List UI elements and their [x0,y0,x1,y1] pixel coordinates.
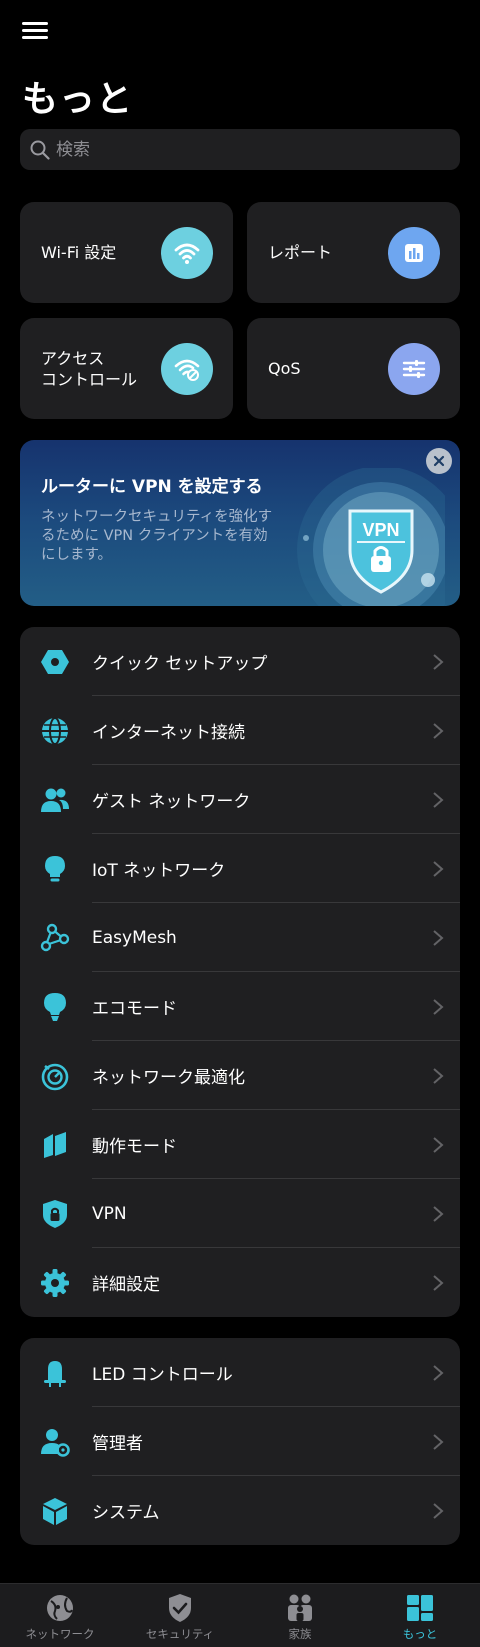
list-item-label: ネットワーク最適化 [92,1068,245,1088]
chevron-right-icon [433,1365,444,1381]
close-icon[interactable] [426,448,452,474]
list-item-label: エコモード [92,999,177,1019]
list-item-label: 動作モード [92,1137,177,1157]
system-list: LED コントロール 管理者 システム [20,1338,460,1545]
guests-icon [40,785,70,815]
tab-label: セキュリティ [145,1627,215,1641]
hamburger-menu-icon[interactable] [20,18,52,46]
cube-icon [40,1496,70,1526]
chevron-right-icon [433,1137,444,1153]
search-icon [30,140,50,160]
list-item-administrator[interactable]: 管理者 [20,1407,460,1476]
search-input[interactable] [56,139,436,160]
search-bar[interactable] [20,129,460,170]
bell-led-icon [40,1358,70,1388]
list-item-internet-connection[interactable]: インターネット接続 [20,696,460,765]
chevron-right-icon [433,1275,444,1291]
vpn-promo-banner[interactable]: ルーターに VPN を設定する ネットワークセキュリティを強化するために VPN… [20,440,460,606]
tile-label: アクセス コントロール [41,348,138,389]
tab-label: ネットワーク [25,1627,95,1641]
chevron-right-icon [433,1206,444,1222]
settings-list: クイック セットアップ インターネット接続 ゲスト ネットワーク IoT ネット… [20,627,460,1317]
list-item-label: 詳細設定 [92,1275,160,1295]
chevron-right-icon [433,999,444,1015]
vpn-shield-illustration: VPN [297,468,445,606]
tile-report[interactable]: レポート [247,202,460,303]
tab-security[interactable]: セキュリティ [120,1584,240,1647]
bar-chart-icon [388,227,440,279]
admin-user-icon [40,1427,70,1457]
chevron-right-icon [433,723,444,739]
sliders-icon [388,343,440,395]
bottom-tab-bar: ネットワーク セキュリティ 家族 もっと [0,1583,480,1647]
tile-label: QoS [268,359,301,378]
wifi-blocked-icon [161,343,213,395]
network-globe-icon [47,1595,73,1621]
list-item-label: ゲスト ネットワーク [92,792,251,812]
list-item-iot-network[interactable]: IoT ネットワーク [20,834,460,903]
globe-icon [40,716,70,746]
list-item-led-control[interactable]: LED コントロール [20,1338,460,1407]
chevron-right-icon [433,1503,444,1519]
chevron-right-icon [433,930,444,946]
list-item-label: VPN [92,1203,127,1224]
list-item-label: EasyMesh [92,927,177,948]
chevron-right-icon [433,861,444,877]
family-icon [288,1594,312,1621]
list-item-operation-mode[interactable]: 動作モード [20,1110,460,1179]
wifi-icon [161,227,213,279]
list-item-system[interactable]: システム [20,1476,460,1545]
list-item-label: LED コントロール [92,1365,233,1385]
chevron-right-icon [433,1068,444,1084]
tab-more[interactable]: もっと [360,1584,480,1647]
list-item-guest-network[interactable]: ゲスト ネットワーク [20,765,460,834]
list-item-network-optimization[interactable]: ネットワーク最適化 [20,1041,460,1110]
tile-access-control[interactable]: アクセス コントロール [20,318,233,419]
chevron-right-icon [433,654,444,670]
tile-qos[interactable]: QoS [247,318,460,419]
list-item-advanced-settings[interactable]: 詳細設定 [20,1248,460,1317]
lightbulb-icon [40,854,70,884]
list-item-label: IoT ネットワーク [92,861,226,881]
page-title: もっと [22,79,134,120]
tile-label: レポート [268,243,333,262]
shield-lock-icon [40,1199,70,1229]
map-mode-icon [40,1130,70,1160]
list-item-label: インターネット接続 [92,723,245,743]
list-item-vpn[interactable]: VPN [20,1179,460,1248]
vpn-badge-text: VPN [362,520,399,540]
list-item-label: クイック セットアップ [92,654,268,674]
list-item-label: システム [92,1503,160,1523]
tab-label: 家族 [288,1627,312,1641]
tab-network[interactable]: ネットワーク [0,1584,120,1647]
eco-bulb-icon [40,992,70,1022]
tile-label: Wi-Fi 設定 [41,243,117,262]
mesh-nodes-icon [40,923,70,953]
hexagon-nut-icon [40,647,70,677]
list-item-easymesh[interactable]: EasyMesh [20,903,460,972]
optimize-timer-icon [40,1061,70,1091]
banner-description: ネットワークセキュリティを強化するために VPN クライアントを有効にします。 [41,509,273,563]
more-grid-icon [407,1595,433,1621]
list-item-eco-mode[interactable]: エコモード [20,972,460,1041]
banner-title: ルーターに VPN を設定する [41,477,263,497]
tab-label: もっと [402,1627,438,1641]
list-item-label: 管理者 [92,1434,143,1454]
tab-family[interactable]: 家族 [240,1584,360,1647]
chevron-right-icon [433,1434,444,1450]
tile-wifi-settings[interactable]: Wi-Fi 設定 [20,202,233,303]
chevron-right-icon [433,792,444,808]
security-shield-icon [169,1594,191,1622]
gear-icon [40,1268,70,1298]
list-item-quick-setup[interactable]: クイック セットアップ [20,627,460,696]
